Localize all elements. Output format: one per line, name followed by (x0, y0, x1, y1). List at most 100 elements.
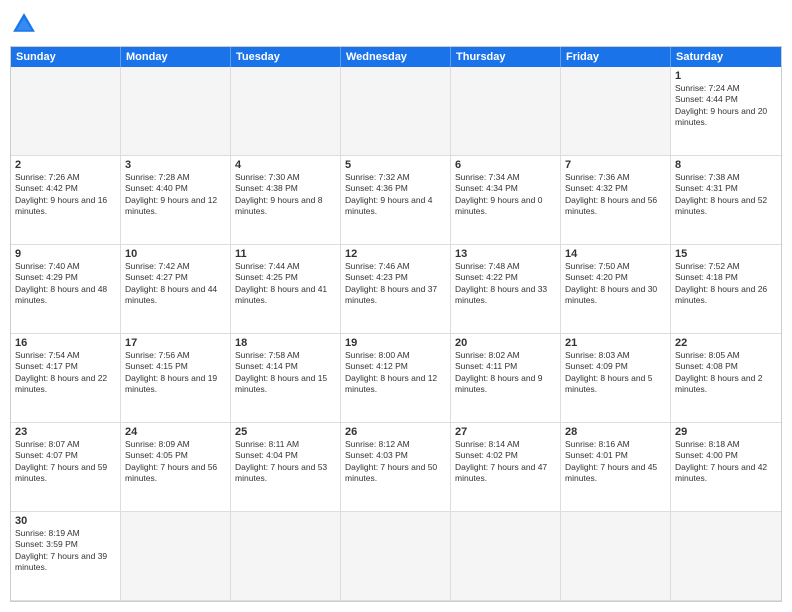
day-cell-6: 6Sunrise: 7:34 AM Sunset: 4:34 PM Daylig… (451, 156, 561, 245)
empty-cell (451, 512, 561, 601)
day-cell-22: 22Sunrise: 8:05 AM Sunset: 4:08 PM Dayli… (671, 334, 781, 423)
day-cell-26: 26Sunrise: 8:12 AM Sunset: 4:03 PM Dayli… (341, 423, 451, 512)
day-number: 21 (565, 337, 666, 349)
cell-info: Sunrise: 8:16 AM Sunset: 4:01 PM Dayligh… (565, 439, 666, 485)
day-header-monday: Monday (121, 47, 231, 67)
empty-cell (561, 512, 671, 601)
day-header-saturday: Saturday (671, 47, 781, 67)
cell-info: Sunrise: 7:38 AM Sunset: 4:31 PM Dayligh… (675, 172, 777, 218)
day-number: 10 (125, 248, 226, 260)
day-number: 13 (455, 248, 556, 260)
day-number: 11 (235, 248, 336, 260)
day-cell-3: 3Sunrise: 7:28 AM Sunset: 4:40 PM Daylig… (121, 156, 231, 245)
day-number: 4 (235, 159, 336, 171)
empty-cell (561, 67, 671, 156)
header (10, 10, 782, 38)
calendar: SundayMondayTuesdayWednesdayThursdayFrid… (10, 46, 782, 602)
day-cell-15: 15Sunrise: 7:52 AM Sunset: 4:18 PM Dayli… (671, 245, 781, 334)
day-number: 3 (125, 159, 226, 171)
empty-cell (231, 67, 341, 156)
day-number: 2 (15, 159, 116, 171)
cell-info: Sunrise: 8:09 AM Sunset: 4:05 PM Dayligh… (125, 439, 226, 485)
day-number: 1 (675, 70, 777, 82)
cell-info: Sunrise: 7:42 AM Sunset: 4:27 PM Dayligh… (125, 261, 226, 307)
day-header-friday: Friday (561, 47, 671, 67)
cell-info: Sunrise: 8:07 AM Sunset: 4:07 PM Dayligh… (15, 439, 116, 485)
cell-info: Sunrise: 7:36 AM Sunset: 4:32 PM Dayligh… (565, 172, 666, 218)
day-number: 6 (455, 159, 556, 171)
day-number: 5 (345, 159, 446, 171)
cell-info: Sunrise: 7:34 AM Sunset: 4:34 PM Dayligh… (455, 172, 556, 218)
empty-cell (11, 67, 121, 156)
day-cell-16: 16Sunrise: 7:54 AM Sunset: 4:17 PM Dayli… (11, 334, 121, 423)
day-cell-29: 29Sunrise: 8:18 AM Sunset: 4:00 PM Dayli… (671, 423, 781, 512)
calendar-body: 1Sunrise: 7:24 AM Sunset: 4:44 PM Daylig… (11, 67, 781, 601)
empty-cell (341, 512, 451, 601)
empty-cell (121, 512, 231, 601)
cell-info: Sunrise: 8:18 AM Sunset: 4:00 PM Dayligh… (675, 439, 777, 485)
empty-cell (671, 512, 781, 601)
page: SundayMondayTuesdayWednesdayThursdayFrid… (0, 0, 792, 612)
day-cell-9: 9Sunrise: 7:40 AM Sunset: 4:29 PM Daylig… (11, 245, 121, 334)
logo (10, 10, 42, 38)
cell-info: Sunrise: 8:14 AM Sunset: 4:02 PM Dayligh… (455, 439, 556, 485)
day-cell-5: 5Sunrise: 7:32 AM Sunset: 4:36 PM Daylig… (341, 156, 451, 245)
cell-info: Sunrise: 7:58 AM Sunset: 4:14 PM Dayligh… (235, 350, 336, 396)
day-header-wednesday: Wednesday (341, 47, 451, 67)
empty-cell (451, 67, 561, 156)
day-number: 26 (345, 426, 446, 438)
day-cell-20: 20Sunrise: 8:02 AM Sunset: 4:11 PM Dayli… (451, 334, 561, 423)
day-cell-8: 8Sunrise: 7:38 AM Sunset: 4:31 PM Daylig… (671, 156, 781, 245)
calendar-header: SundayMondayTuesdayWednesdayThursdayFrid… (11, 47, 781, 67)
cell-info: Sunrise: 7:32 AM Sunset: 4:36 PM Dayligh… (345, 172, 446, 218)
day-cell-28: 28Sunrise: 8:16 AM Sunset: 4:01 PM Dayli… (561, 423, 671, 512)
cell-info: Sunrise: 7:44 AM Sunset: 4:25 PM Dayligh… (235, 261, 336, 307)
cell-info: Sunrise: 8:19 AM Sunset: 3:59 PM Dayligh… (15, 528, 116, 574)
empty-cell (231, 512, 341, 601)
cell-info: Sunrise: 7:24 AM Sunset: 4:44 PM Dayligh… (675, 83, 777, 129)
day-number: 28 (565, 426, 666, 438)
cell-info: Sunrise: 7:56 AM Sunset: 4:15 PM Dayligh… (125, 350, 226, 396)
day-cell-21: 21Sunrise: 8:03 AM Sunset: 4:09 PM Dayli… (561, 334, 671, 423)
day-number: 8 (675, 159, 777, 171)
cell-info: Sunrise: 7:54 AM Sunset: 4:17 PM Dayligh… (15, 350, 116, 396)
day-cell-10: 10Sunrise: 7:42 AM Sunset: 4:27 PM Dayli… (121, 245, 231, 334)
day-cell-4: 4Sunrise: 7:30 AM Sunset: 4:38 PM Daylig… (231, 156, 341, 245)
day-header-sunday: Sunday (11, 47, 121, 67)
day-number: 9 (15, 248, 116, 260)
day-number: 14 (565, 248, 666, 260)
cell-info: Sunrise: 7:26 AM Sunset: 4:42 PM Dayligh… (15, 172, 116, 218)
day-cell-25: 25Sunrise: 8:11 AM Sunset: 4:04 PM Dayli… (231, 423, 341, 512)
cell-info: Sunrise: 8:05 AM Sunset: 4:08 PM Dayligh… (675, 350, 777, 396)
cell-info: Sunrise: 7:28 AM Sunset: 4:40 PM Dayligh… (125, 172, 226, 218)
day-number: 23 (15, 426, 116, 438)
cell-info: Sunrise: 7:40 AM Sunset: 4:29 PM Dayligh… (15, 261, 116, 307)
day-cell-19: 19Sunrise: 8:00 AM Sunset: 4:12 PM Dayli… (341, 334, 451, 423)
day-header-tuesday: Tuesday (231, 47, 341, 67)
logo-icon (10, 10, 38, 38)
day-number: 19 (345, 337, 446, 349)
day-number: 24 (125, 426, 226, 438)
day-cell-12: 12Sunrise: 7:46 AM Sunset: 4:23 PM Dayli… (341, 245, 451, 334)
day-cell-24: 24Sunrise: 8:09 AM Sunset: 4:05 PM Dayli… (121, 423, 231, 512)
day-cell-30: 30Sunrise: 8:19 AM Sunset: 3:59 PM Dayli… (11, 512, 121, 601)
day-number: 25 (235, 426, 336, 438)
cell-info: Sunrise: 7:50 AM Sunset: 4:20 PM Dayligh… (565, 261, 666, 307)
day-cell-27: 27Sunrise: 8:14 AM Sunset: 4:02 PM Dayli… (451, 423, 561, 512)
day-cell-17: 17Sunrise: 7:56 AM Sunset: 4:15 PM Dayli… (121, 334, 231, 423)
day-cell-1: 1Sunrise: 7:24 AM Sunset: 4:44 PM Daylig… (671, 67, 781, 156)
day-number: 22 (675, 337, 777, 349)
day-number: 16 (15, 337, 116, 349)
day-cell-7: 7Sunrise: 7:36 AM Sunset: 4:32 PM Daylig… (561, 156, 671, 245)
cell-info: Sunrise: 8:02 AM Sunset: 4:11 PM Dayligh… (455, 350, 556, 396)
day-cell-14: 14Sunrise: 7:50 AM Sunset: 4:20 PM Dayli… (561, 245, 671, 334)
cell-info: Sunrise: 7:48 AM Sunset: 4:22 PM Dayligh… (455, 261, 556, 307)
cell-info: Sunrise: 7:30 AM Sunset: 4:38 PM Dayligh… (235, 172, 336, 218)
day-header-thursday: Thursday (451, 47, 561, 67)
cell-info: Sunrise: 8:03 AM Sunset: 4:09 PM Dayligh… (565, 350, 666, 396)
day-number: 17 (125, 337, 226, 349)
day-cell-2: 2Sunrise: 7:26 AM Sunset: 4:42 PM Daylig… (11, 156, 121, 245)
day-number: 15 (675, 248, 777, 260)
day-number: 27 (455, 426, 556, 438)
cell-info: Sunrise: 8:00 AM Sunset: 4:12 PM Dayligh… (345, 350, 446, 396)
